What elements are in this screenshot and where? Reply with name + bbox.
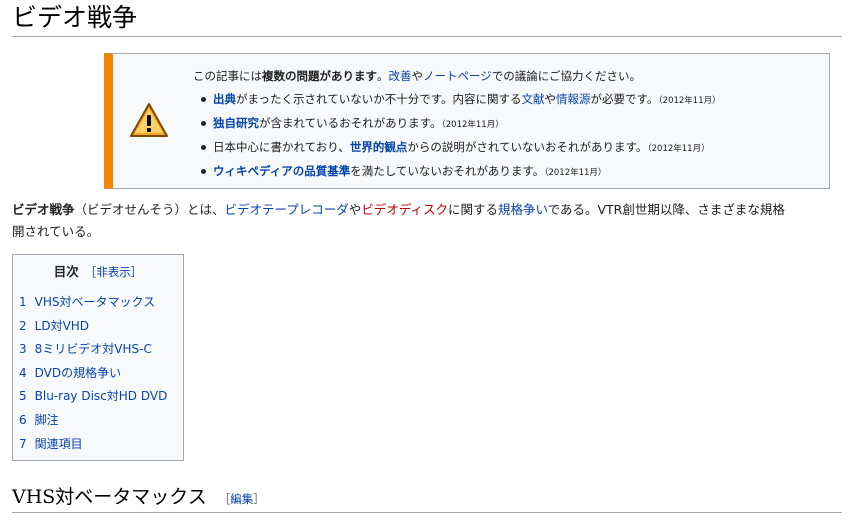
- intro-text: （ビデオせんそう）とは、: [74, 202, 225, 217]
- section-heading: VHS対ベータマックス ［編集］: [12, 484, 265, 512]
- toc-title: 目次: [53, 264, 79, 279]
- section-heading-text: VHS対ベータマックス: [12, 486, 207, 508]
- issue-date: （2012年11月）: [658, 96, 721, 106]
- toc-item-link[interactable]: VHS対ベータマックス: [35, 295, 156, 309]
- toc-item-number: 5: [19, 389, 27, 404]
- issue-text: が含まれているおそれがあります。: [259, 116, 442, 130]
- issue-list: 出典がまったく示されていないか不十分です。内容に関する文献や情報源が必要です。（…: [193, 88, 821, 184]
- toc-item[interactable]: 3 8ミリビデオ対VHS-C: [19, 338, 183, 362]
- intro-term: ビデオ戦争: [12, 202, 75, 217]
- toc-item-number: 1: [19, 295, 27, 309]
- references-link[interactable]: 文献: [522, 92, 545, 106]
- sources-link[interactable]: 出典: [213, 92, 236, 106]
- toc-item-number: 6: [19, 412, 27, 427]
- issue-item-original-research: 独自研究が含まれているおそれがあります。（2012年11月）: [201, 112, 821, 136]
- title-divider: [12, 36, 842, 37]
- notice-lead-suffix: での議論にご協力ください。: [491, 69, 642, 83]
- toc-item-link[interactable]: 関連項目: [35, 437, 83, 451]
- improve-link[interactable]: 改善: [389, 69, 412, 83]
- vtr-link[interactable]: ビデオテープレコーダ: [225, 202, 349, 217]
- toc-header: 目次 ［非表示］: [13, 263, 183, 281]
- table-of-contents: 目次 ［非表示］ 1 VHS対ベータマックス 2 LD対VHD 3 8ミリビデオ対VHS…: [12, 254, 184, 461]
- toc-list: 1 VHS対ベータマックス 2 LD対VHD 3 8ミリビデオ対VHS-C 4 DVDの…: [13, 291, 183, 456]
- quality-standards-link[interactable]: ウィキペディアの品質基準: [213, 164, 350, 178]
- notice-lead: この記事には複数の問題があります。改善やノートページでの議論にご協力ください。: [193, 66, 821, 86]
- issue-date: （2012年11月）: [647, 144, 710, 154]
- toc-item-link[interactable]: 8ミリビデオ対VHS-C: [35, 342, 152, 356]
- toc-item[interactable]: 7 関連項目: [19, 433, 183, 457]
- edit-section-link[interactable]: 編集: [230, 492, 253, 506]
- warning-icon: [130, 103, 168, 137]
- toc-item-number: 4: [19, 365, 27, 380]
- intro-line-1: ビデオ戦争（ビデオせんそう）とは、ビデオテープレコーダやビデオディスクに関する規…: [12, 199, 852, 221]
- issue-item-worldwide-view: 日本中心に書かれており、世界的観点からの説明がされていないおそれがあります。（2…: [201, 136, 821, 160]
- original-research-link[interactable]: 独自研究: [213, 116, 259, 130]
- toc-item[interactable]: 1 VHS対ベータマックス: [19, 291, 183, 315]
- notice-lead-bold: 複数の問題があります: [262, 69, 377, 83]
- intro-text: 開されている。: [12, 224, 100, 239]
- issue-date: （2012年11月）: [441, 120, 504, 130]
- notice-lead-text: この記事には: [193, 69, 262, 83]
- issue-text: からの説明がされていないおそれがあります。: [407, 140, 648, 154]
- information-source-link[interactable]: 情報源: [556, 92, 591, 106]
- toc-item-number: 3: [19, 342, 27, 357]
- toc-item-number: 7: [19, 436, 27, 451]
- notice-lead-sep: や: [411, 69, 424, 83]
- toc-item[interactable]: 2 LD対VHD: [19, 315, 183, 339]
- edit-bracket: ［: [218, 492, 231, 506]
- edit-section: ［編集］: [219, 492, 265, 506]
- toc-item[interactable]: 4 DVDの規格争い: [19, 362, 183, 386]
- multiple-issues-notice: この記事には複数の問題があります。改善やノートページでの議論にご協力ください。 …: [104, 53, 830, 189]
- toc-item-link[interactable]: Blu-ray Disc対HD DVD: [35, 389, 168, 403]
- section-divider: [12, 512, 842, 513]
- toc-item-link[interactable]: LD対VHD: [35, 319, 89, 333]
- intro-line-2: 開されている。: [12, 221, 852, 243]
- intro-text: に関する: [447, 202, 498, 217]
- issue-item-quality-standards: ウィキペディアの品質基準を満たしていないおそれがあります。（2012年11月）: [201, 160, 821, 184]
- article-page: ビデオ戦争 この記事には複数の問題があります。改善やノートページでの議論にご協力…: [0, 0, 866, 520]
- intro-text: である。VTR創世期以降、さまざまな規格: [547, 202, 785, 217]
- worldwide-view-link[interactable]: 世界的観点: [350, 140, 408, 154]
- toc-item[interactable]: 5 Blu-ray Disc対HD DVD: [19, 385, 183, 409]
- intro-paragraph: ビデオ戦争（ビデオせんそう）とは、ビデオテープレコーダやビデオディスクに関する規…: [12, 199, 852, 243]
- issue-text: が必要です。: [590, 92, 659, 106]
- issue-item-sources: 出典がまったく示されていないか不十分です。内容に関する文献や情報源が必要です。（…: [201, 88, 821, 112]
- intro-text: や: [348, 202, 362, 217]
- toc-hide-toggle[interactable]: ［非表示］: [85, 265, 143, 279]
- issue-text: や: [544, 92, 557, 106]
- format-war-link[interactable]: 規格争い: [498, 202, 548, 217]
- page-title: ビデオ戦争: [12, 3, 138, 32]
- notice-lead-sep: 。: [377, 69, 389, 83]
- toc-item-number: 2: [19, 318, 27, 333]
- notice-body: この記事には複数の問題があります。改善やノートページでの議論にご協力ください。 …: [193, 66, 821, 184]
- toc-item-link[interactable]: DVDの規格争い: [35, 366, 121, 380]
- toc-item-link[interactable]: 脚注: [35, 413, 59, 427]
- issue-text: 日本中心に書かれており、: [213, 140, 350, 154]
- talk-page-link[interactable]: ノートページ: [423, 69, 492, 83]
- edit-bracket: ］: [253, 492, 265, 506]
- issue-date: （2012年11月）: [544, 168, 607, 178]
- issue-text: がまったく示されていないか不十分です。内容に関する: [236, 92, 522, 106]
- toc-item[interactable]: 6 脚注: [19, 409, 183, 433]
- issue-text: を満たしていないおそれがあります。: [350, 164, 545, 178]
- video-disc-redlink[interactable]: ビデオディスク: [361, 202, 448, 217]
